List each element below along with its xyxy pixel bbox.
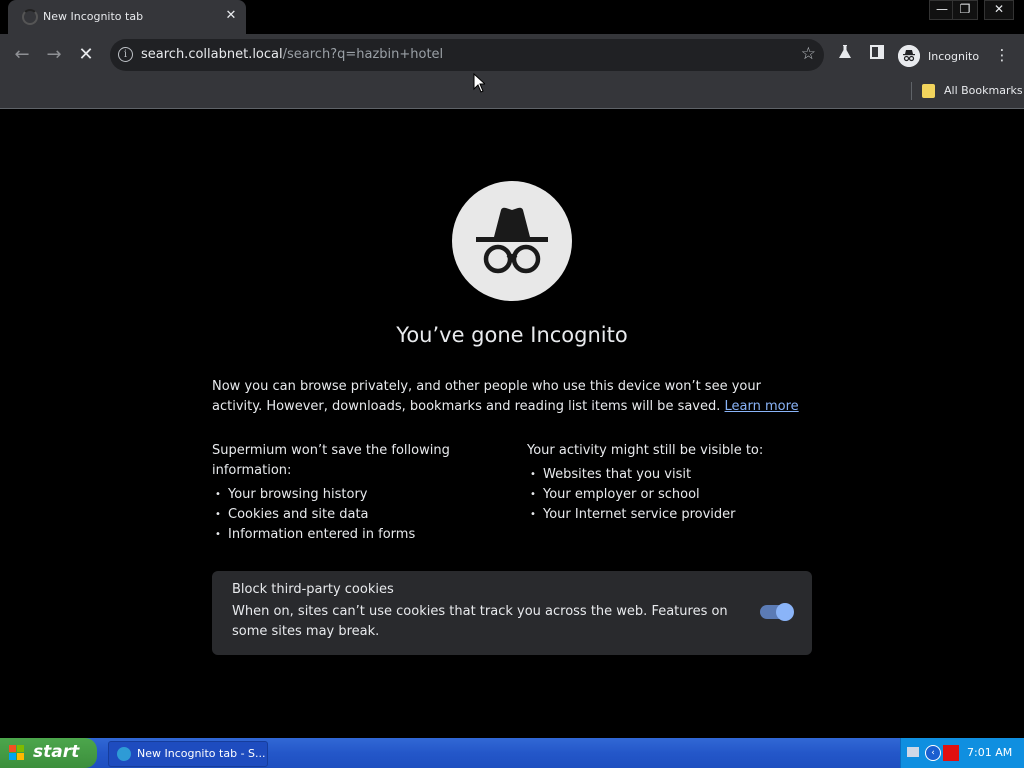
still-visible-section: Your activity might still be visible to:…: [527, 441, 817, 525]
tab-title: New Incognito tab: [43, 10, 144, 23]
mouse-cursor-icon: [473, 72, 487, 97]
side-panel-icon[interactable]: [866, 44, 888, 66]
tab-strip: New Incognito tab ✕ — ❐ ✕: [0, 0, 1024, 34]
cookies-title: Block third-party cookies: [232, 582, 394, 597]
site-info-icon[interactable]: i: [118, 47, 133, 62]
tray-arrow-icon[interactable]: ‹: [925, 745, 941, 761]
restore-button[interactable]: ❐: [952, 0, 978, 20]
tab-new-incognito[interactable]: New Incognito tab ✕: [8, 0, 246, 34]
list-item: Cookies and site data: [215, 505, 462, 525]
wont-save-heading: Supermium won’t save the following infor…: [212, 443, 450, 478]
list-item: Your browsing history: [215, 485, 462, 505]
still-visible-heading: Your activity might still be visible to:: [527, 443, 764, 458]
tray-app-icon[interactable]: [943, 745, 959, 761]
bookmark-folder-icon[interactable]: [922, 84, 935, 98]
wont-save-section: Supermium won’t save the following infor…: [212, 441, 462, 545]
browser-toolbar: ← → ✕ i search.collabnet.local/search?q=…: [0, 34, 1024, 76]
third-party-cookies-card: Block third-party cookies When on, sites…: [212, 571, 812, 655]
browser-icon: [117, 747, 131, 761]
loading-spinner-icon: [22, 9, 38, 25]
learn-more-link[interactable]: Learn more: [725, 399, 799, 414]
bookmarks-separator: [911, 82, 912, 100]
cookies-description: When on, sites can’t use cookies that tr…: [232, 604, 728, 639]
bookmarks-bar: All Bookmarks: [0, 76, 1024, 109]
keyboard-icon[interactable]: [907, 747, 919, 757]
toggle-knob: [776, 603, 794, 621]
clock: 7:01 AM: [967, 746, 1013, 759]
profile-chip[interactable]: Incognito: [898, 43, 979, 69]
tab-close-icon[interactable]: ✕: [222, 7, 240, 25]
all-bookmarks-button[interactable]: All Bookmarks: [944, 84, 1023, 97]
incognito-page: You’ve gone Incognito Now you can browse…: [0, 109, 1024, 738]
taskbar: start New Incognito tab - S... ‹ 7:01 AM: [0, 738, 1024, 768]
stop-loading-button[interactable]: ✕: [74, 43, 98, 67]
taskbar-item-label: New Incognito tab - S...: [137, 747, 266, 760]
address-bar[interactable]: i search.collabnet.local/search?q=hazbin…: [110, 39, 824, 71]
page-title: You’ve gone Incognito: [396, 323, 628, 347]
forward-button[interactable]: →: [42, 43, 66, 67]
incognito-hero-icon: [452, 181, 572, 301]
intro-text: Now you can browse privately, and other …: [212, 379, 799, 414]
start-label: start: [33, 742, 80, 762]
system-tray: ‹ 7:01 AM: [900, 738, 1024, 768]
incognito-avatar-icon: [898, 45, 920, 67]
profile-label: Incognito: [928, 49, 980, 63]
bookmark-star-icon[interactable]: ☆: [801, 44, 816, 64]
start-button[interactable]: start: [0, 738, 97, 768]
taskbar-item-browser[interactable]: New Incognito tab - S...: [108, 741, 268, 767]
address-url[interactable]: search.collabnet.local/search?q=hazbin+h…: [141, 47, 443, 62]
list-item: Websites that you visit: [530, 465, 817, 485]
menu-kebab-icon[interactable]: ⋮: [991, 44, 1013, 66]
block-cookies-toggle[interactable]: [760, 603, 794, 621]
list-item: Your Internet service provider: [530, 505, 817, 525]
windows-flag-icon: [9, 745, 24, 760]
labs-flask-icon[interactable]: [834, 44, 856, 66]
back-button[interactable]: ←: [10, 43, 34, 67]
list-item: Information entered in forms: [215, 525, 462, 545]
close-window-button[interactable]: ✕: [984, 0, 1014, 20]
list-item: Your employer or school: [530, 485, 817, 505]
